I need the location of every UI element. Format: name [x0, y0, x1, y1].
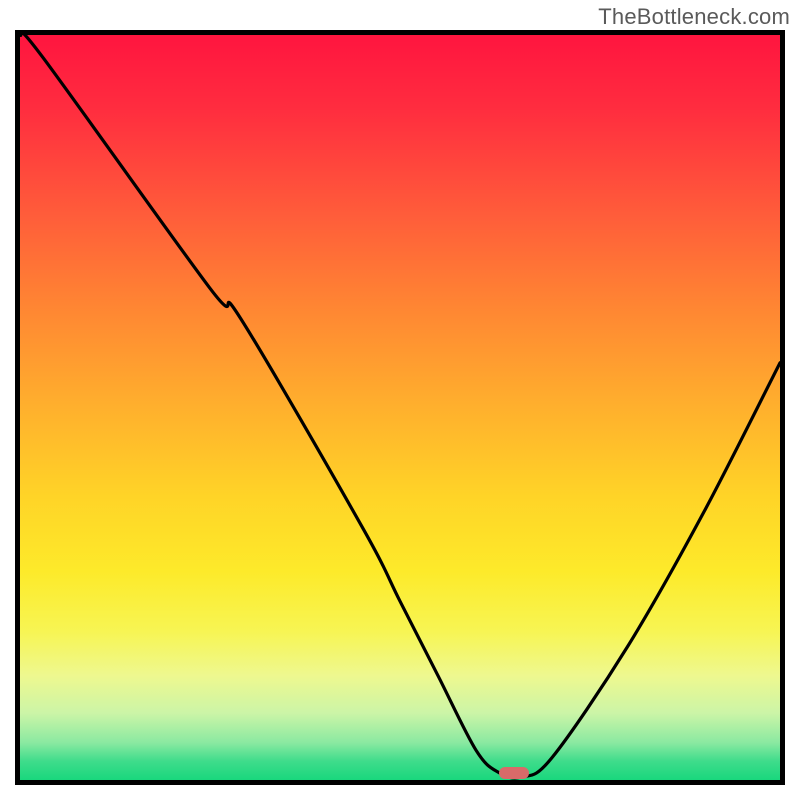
- bottleneck-curve-svg: [20, 35, 780, 780]
- bottleneck-curve: [20, 35, 780, 778]
- chart-container: TheBottleneck.com: [0, 0, 800, 800]
- plot-frame: [15, 30, 785, 785]
- plot-inner: [20, 35, 780, 780]
- minimum-marker: [499, 767, 529, 779]
- watermark-text: TheBottleneck.com: [598, 4, 790, 30]
